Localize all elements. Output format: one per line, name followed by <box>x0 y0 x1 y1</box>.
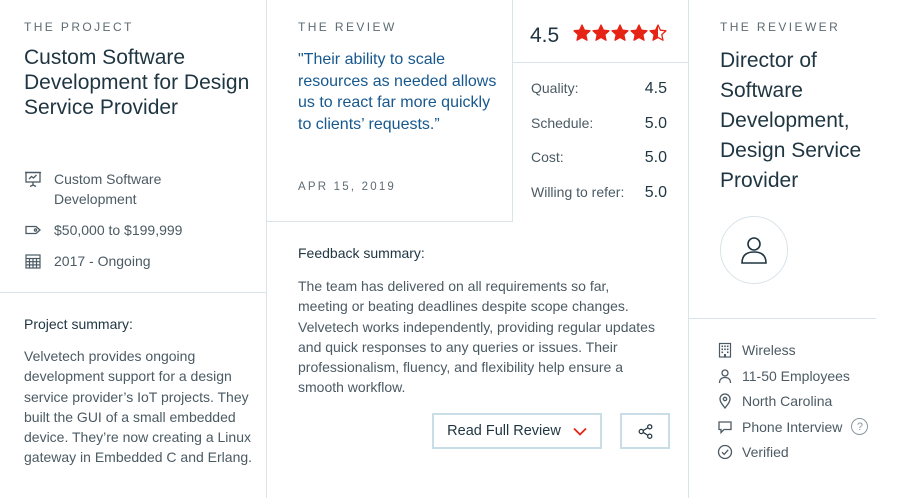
rating-label: Willing to refer: <box>531 184 625 200</box>
reviewer-verified: Verified <box>742 444 789 460</box>
star-icon <box>649 24 667 41</box>
review-divider <box>266 221 512 222</box>
map-pin-icon <box>719 393 731 409</box>
project-service-row: Custom Software Development <box>24 169 214 209</box>
reviewer-title: Director of Software Development, Design… <box>720 49 862 192</box>
rating-value: 5.0 <box>644 115 667 132</box>
reviewer-review-type: Phone Interview <box>742 418 843 435</box>
presentation-board-icon <box>24 170 42 188</box>
project-service: Custom Software Development <box>54 171 162 207</box>
rating-value: 4.5 <box>644 80 667 97</box>
star-rating <box>573 24 668 42</box>
project-summary-title: Project summary: <box>24 316 133 332</box>
review-section-label: THE REVIEW <box>298 20 397 34</box>
read-full-review-button[interactable]: Read Full Review <box>432 413 602 449</box>
star-icon <box>611 24 629 41</box>
rating-header-divider <box>512 62 688 63</box>
review-quote: "Their ability to scale resources as nee… <box>298 51 497 133</box>
reviewer-verified-row: Verified <box>717 444 789 460</box>
star-icon <box>573 24 591 41</box>
project-section-label: THE PROJECT <box>24 20 134 34</box>
rating-label: Schedule: <box>531 115 594 131</box>
overall-score: 4.5 <box>530 24 560 47</box>
rating-quality: Quality: 4.5 <box>531 80 667 98</box>
avatar <box>720 216 788 284</box>
rating-schedule: Schedule: 5.0 <box>531 115 667 133</box>
feedback-summary-title: Feedback summary: <box>298 245 425 261</box>
rating-value: 5.0 <box>644 184 667 201</box>
project-timeline: 2017 - Ongoing <box>54 253 151 269</box>
calendar-icon <box>24 252 42 270</box>
rating-label: Cost: <box>531 149 564 165</box>
user-avatar-icon <box>741 237 767 264</box>
read-full-review-label: Read Full Review <box>447 423 561 439</box>
reviewer-company-size: 11-50 Employees <box>742 368 850 384</box>
chat-bubble-icon <box>718 420 732 434</box>
star-icon <box>592 24 610 41</box>
reviewer-divider <box>688 318 876 319</box>
column-divider-2 <box>688 0 689 498</box>
check-circle-icon <box>717 444 733 460</box>
reviewer-section-label: THE REVIEWER <box>720 20 841 34</box>
rating-cost: Cost: 5.0 <box>531 149 667 167</box>
rating-divider <box>512 0 513 222</box>
chevron-down-icon <box>573 427 587 436</box>
project-budget: $50,000 to $199,999 <box>54 222 183 238</box>
review-date: APR 15, 2019 <box>298 181 397 193</box>
column-divider-1 <box>266 0 267 498</box>
project-timeline-row: 2017 - Ongoing <box>24 251 214 271</box>
feedback-summary-text: The team has delivered on all requiremen… <box>298 278 655 396</box>
share-button[interactable] <box>620 413 670 449</box>
rating-value: 5.0 <box>644 149 667 166</box>
reviewer-industry-row: Wireless <box>717 342 796 358</box>
rating-willing-to-refer: Willing to refer: 5.0 <box>531 184 667 202</box>
rating-label: Quality: <box>531 80 579 96</box>
project-title: Custom Software Development for Design S… <box>24 46 250 119</box>
project-budget-row: $50,000 to $199,999 <box>24 220 214 240</box>
star-icon <box>630 24 648 41</box>
reviewer-location-row: North Carolina <box>717 393 832 409</box>
project-divider <box>0 292 266 293</box>
reviewer-size-row: 11-50 Employees <box>717 368 850 384</box>
share-icon <box>638 423 652 439</box>
person-icon <box>718 369 732 384</box>
building-icon <box>718 342 732 358</box>
reviewer-industry: Wireless <box>742 342 796 358</box>
project-summary-text: Velvetech provides ongoing development s… <box>24 348 253 466</box>
price-tag-icon <box>24 221 42 239</box>
reviewer-review-type-row: Phone Interview ? <box>717 418 869 435</box>
help-icon[interactable]: ? <box>851 418 869 435</box>
reviewer-location: North Carolina <box>742 393 833 409</box>
